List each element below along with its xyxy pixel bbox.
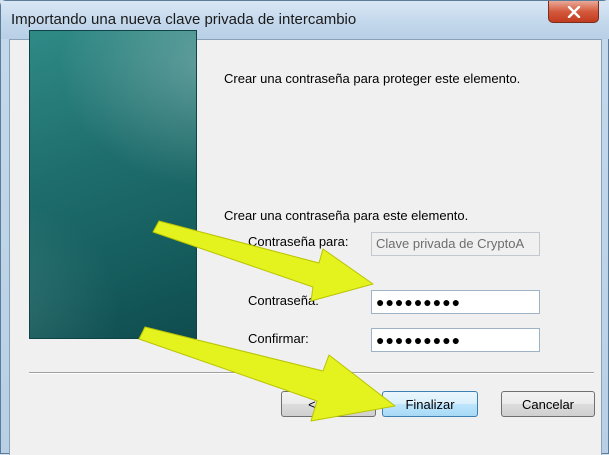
close-icon	[567, 5, 580, 18]
finish-button[interactable]: Finalizar	[382, 391, 478, 417]
password-for-value: Clave privada de CryptoA	[376, 236, 525, 251]
confirm-label: Confirmar:	[248, 331, 309, 346]
cancel-button[interactable]: Cancelar	[501, 391, 595, 417]
back-button[interactable]: < Atrás	[281, 391, 376, 417]
password-for-field: Clave privada de CryptoA	[371, 232, 540, 256]
password-section-label: Crear una contraseña para este elemento.	[224, 208, 469, 223]
password-for-label: Contraseña para:	[248, 234, 349, 249]
close-button[interactable]	[548, 1, 599, 23]
password-value: ●●●●●●●●●	[376, 294, 462, 310]
wizard-side-banner	[29, 30, 197, 339]
dialog-window: Importando una nueva clave privada de in…	[0, 0, 609, 455]
confirm-password-field[interactable]: ●●●●●●●●●	[371, 328, 540, 352]
instruction-text: Crear una contraseña para proteger este …	[224, 71, 521, 86]
password-field[interactable]: ●●●●●●●●●	[371, 290, 540, 314]
confirm-value: ●●●●●●●●●	[376, 332, 462, 348]
window-title: Importando una nueva clave privada de in…	[11, 11, 357, 28]
password-label: Contraseña:	[248, 293, 319, 308]
footer-divider	[29, 372, 594, 374]
